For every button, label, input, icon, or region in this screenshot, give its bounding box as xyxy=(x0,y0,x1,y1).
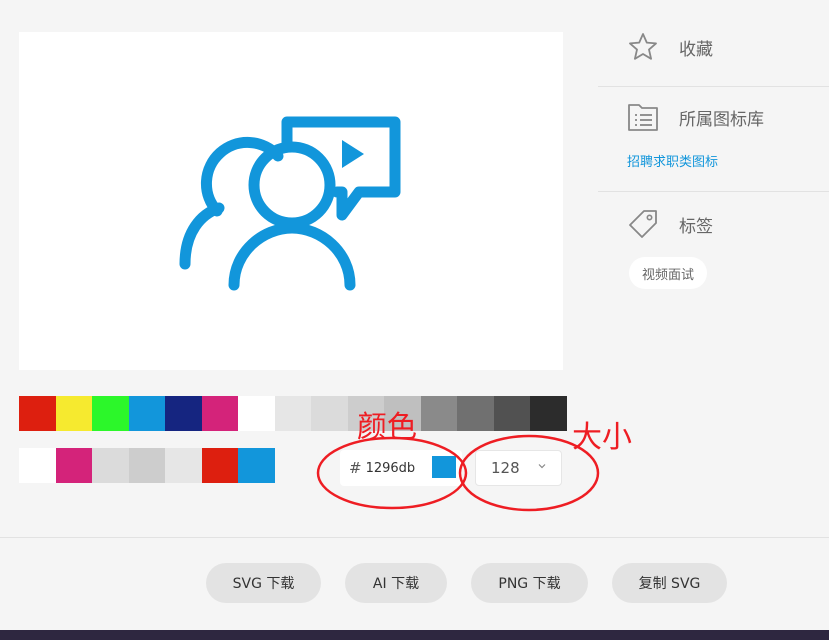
color-swatch[interactable] xyxy=(165,448,202,483)
current-color-chip[interactable] xyxy=(432,456,456,478)
tag-icon xyxy=(629,210,657,238)
folder-list-icon xyxy=(628,104,658,131)
color-swatch[interactable] xyxy=(238,396,275,431)
divider xyxy=(0,537,829,538)
color-swatch[interactable] xyxy=(56,448,92,483)
video-interview-icon xyxy=(179,116,401,291)
color-swatch[interactable] xyxy=(457,396,494,431)
color-palette-row-2 xyxy=(19,448,275,483)
favorite-button[interactable]: 收藏 xyxy=(627,31,713,63)
ai-download-button[interactable]: AI 下载 xyxy=(345,563,447,603)
color-swatch[interactable] xyxy=(421,396,457,431)
size-annotation-label: 大小 xyxy=(572,420,632,455)
tags-label: 标签 xyxy=(679,216,713,237)
color-annotation-label: 颜色 xyxy=(357,410,417,445)
size-select[interactable]: 128 xyxy=(475,450,562,486)
color-swatch[interactable] xyxy=(494,396,530,431)
footer-strip xyxy=(0,630,829,640)
tag-pill[interactable]: 视频面试 xyxy=(629,257,708,289)
svg-download-button[interactable]: SVG 下载 xyxy=(206,563,321,603)
icon-library-link[interactable]: 招聘求职类图标 xyxy=(627,151,718,170)
color-swatch[interactable] xyxy=(202,448,238,483)
png-download-button[interactable]: PNG 下载 xyxy=(471,563,588,603)
color-swatch[interactable] xyxy=(238,448,275,483)
divider xyxy=(598,86,829,87)
chevron-down-icon xyxy=(538,464,546,469)
copy-svg-button[interactable]: 复制 SVG xyxy=(612,563,727,603)
color-swatch[interactable] xyxy=(202,396,238,431)
tags-section: 标签 xyxy=(627,208,713,240)
star-icon xyxy=(629,33,657,60)
hex-color-input[interactable]: # 1296db xyxy=(340,450,462,486)
favorite-label: 收藏 xyxy=(679,39,713,60)
icon-preview xyxy=(19,32,563,370)
color-swatch[interactable] xyxy=(311,396,348,431)
hash-symbol: # xyxy=(349,459,362,477)
color-swatch[interactable] xyxy=(56,396,92,431)
color-swatch[interactable] xyxy=(129,448,165,483)
size-value: 128 xyxy=(491,459,520,477)
library-label: 所属图标库 xyxy=(679,109,764,130)
color-swatch[interactable] xyxy=(92,448,129,483)
color-swatch[interactable] xyxy=(92,396,129,431)
hex-color-value[interactable]: 1296db xyxy=(366,461,416,476)
color-swatch[interactable] xyxy=(530,396,567,431)
icon-library-section: 所属图标库 xyxy=(627,102,764,132)
divider xyxy=(598,191,829,192)
color-palette-row-1 xyxy=(19,396,567,431)
color-swatch[interactable] xyxy=(165,396,202,431)
color-swatch[interactable] xyxy=(275,396,311,431)
color-swatch[interactable] xyxy=(19,448,56,483)
color-swatch[interactable] xyxy=(129,396,165,431)
color-swatch[interactable] xyxy=(19,396,56,431)
